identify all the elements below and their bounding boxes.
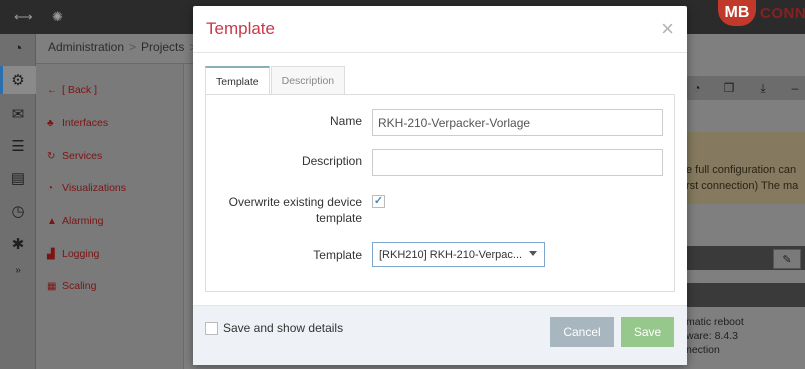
warning-text-line: rst connection) The ma <box>686 180 799 192</box>
overwrite-label-line: Overwrite existing device <box>228 195 362 209</box>
dashboard-icon[interactable]: ◔ <box>0 34 36 62</box>
collapse-arrows-icon[interactable]: ⟷ <box>14 9 33 25</box>
nav-item-label: Alarming <box>62 215 104 227</box>
template-label: Template <box>313 248 362 262</box>
brand-logo: MB CONNE <box>718 0 805 26</box>
nav-item-services[interactable]: ↻ Services <box>47 150 102 162</box>
description-input[interactable] <box>372 149 663 176</box>
dialog-header: Template × <box>193 6 687 53</box>
info-text-line: matic reboot <box>686 316 744 328</box>
template-form: Name Description Overwrite existing devi… <box>205 94 675 292</box>
spinner-icon: ✺ <box>52 9 63 24</box>
nav-item-label: Interfaces <box>62 117 109 129</box>
right-panel-toolbar: ◔ ❐ ⤓ – <box>686 76 805 100</box>
tab-template[interactable]: Template <box>205 66 270 96</box>
expand-icon[interactable]: » <box>0 256 36 284</box>
edit-icon[interactable]: ✎ <box>773 249 801 269</box>
brand-name: CONNE <box>760 4 805 22</box>
server-icon[interactable]: ☰ <box>0 132 36 160</box>
nav-item-label: Services <box>62 150 103 162</box>
cogs-icon[interactable]: ⚙ <box>0 66 36 94</box>
breadcrumb-item-administration[interactable]: Administration <box>48 40 124 54</box>
overwrite-label: Overwrite existing device template <box>206 194 362 226</box>
nav-item-visualizations[interactable]: ◔ Visualizations <box>47 182 126 194</box>
name-label: Name <box>329 114 362 128</box>
download-icon[interactable]: ⤓ <box>752 78 774 98</box>
nav-item-label: Scaling <box>62 280 97 292</box>
nav-item-logging[interactable]: ▟ Logging <box>47 248 99 260</box>
overwrite-checkbox[interactable]: ✓ <box>372 195 385 208</box>
config-warning: e full configuration can rst connection)… <box>686 132 805 204</box>
book-icon[interactable]: ▤ <box>0 164 36 192</box>
envelope-icon[interactable]: ✉ <box>0 100 36 128</box>
save-and-show-details-label[interactable]: Save and show details <box>223 321 343 335</box>
warning-text-line: e full configuration can <box>686 164 797 176</box>
dialog-footer: Save and show details Cancel Save <box>193 305 687 365</box>
nav-item-alarming[interactable]: ▲ Alarming <box>47 215 103 227</box>
save-and-show-details-checkbox[interactable] <box>205 322 218 335</box>
dashboard-icon[interactable]: ◔ <box>686 78 708 98</box>
checkmark-icon: ✓ <box>373 195 384 207</box>
panel-header-bar <box>686 283 805 307</box>
info-text-line: nection <box>686 344 720 356</box>
device-info: matic reboot ware: 8.4.3 nection <box>686 315 805 357</box>
description-label: Description <box>301 154 362 168</box>
minus-icon[interactable]: – <box>784 78 805 98</box>
calculator-icon: ▦ <box>47 280 57 292</box>
nav-item-label: [ Back ] <box>62 84 98 96</box>
tab-description[interactable]: Description <box>270 66 346 95</box>
logo-badge: MB <box>718 0 756 26</box>
sitemap-icon: ♣ <box>47 117 54 129</box>
nav-item-back[interactable]: ← [ Back ] <box>47 84 97 96</box>
dialog-tabs: Template Description <box>205 66 346 96</box>
template-select[interactable]: [RKH210] RKH-210-Verpac... <box>372 242 545 267</box>
gear-icon[interactable]: ✱ <box>0 230 36 258</box>
nav-item-scaling[interactable]: ▦ Scaling <box>47 280 96 292</box>
warning-icon: ▲ <box>47 215 57 227</box>
nav-item-label: Visualizations <box>62 182 127 194</box>
name-input[interactable] <box>372 109 663 136</box>
project-nav: ← [ Back ] ♣ Interfaces ↻ Services ◔ Visuali… <box>36 64 184 369</box>
caret-down-icon <box>529 251 537 256</box>
template-select-value: [RKH210] RKH-210-Verpac... <box>379 248 523 261</box>
breadcrumb-item-projects[interactable]: Projects <box>141 40 184 54</box>
icon-sidebar: ◔ ⚙ ✉ ☰ ▤ ◷ ✱ » <box>0 34 36 369</box>
breadcrumb-separator: > <box>129 40 137 54</box>
nav-item-label: Logging <box>62 248 100 260</box>
template-dialog: Template × Template Description Name Des… <box>193 6 687 365</box>
breadcrumb: Administration>Projects> <box>48 40 201 54</box>
refresh-icon: ↻ <box>47 150 56 162</box>
copy-icon[interactable]: ❐ <box>718 78 740 98</box>
info-text-line: ware: 8.4.3 <box>686 330 738 342</box>
clock-icon[interactable]: ◷ <box>0 197 36 225</box>
chart-icon: ▟ <box>47 248 55 260</box>
save-button[interactable]: Save <box>621 317 674 347</box>
close-icon[interactable]: × <box>661 18 674 40</box>
overwrite-label-line: template <box>315 211 362 225</box>
nav-item-interfaces[interactable]: ♣ Interfaces <box>47 117 108 129</box>
cancel-button[interactable]: Cancel <box>550 317 614 347</box>
dialog-title: Template <box>206 19 275 38</box>
dashboard-icon: ◔ <box>47 182 54 194</box>
arrow-left-icon: ← <box>47 84 57 96</box>
